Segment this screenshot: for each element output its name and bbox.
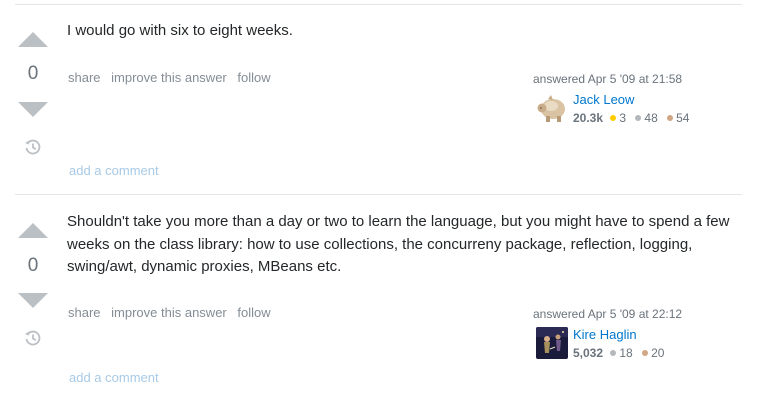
user-stats: 20.3k 3 48 54	[573, 111, 695, 125]
history-icon[interactable]	[24, 329, 42, 347]
bronze-badge-icon	[667, 114, 674, 121]
improve-answer-link[interactable]: improve this answer	[111, 70, 227, 85]
downvote-arrow-icon[interactable]	[18, 293, 48, 308]
vote-count: 0	[27, 255, 39, 276]
upvote-arrow-icon[interactable]	[18, 32, 48, 47]
top-divider	[15, 4, 742, 5]
user-name-link[interactable]: Jack Leow	[573, 92, 634, 107]
upvote-arrow-icon[interactable]	[18, 223, 48, 238]
add-comment-link[interactable]: add a comment	[69, 370, 159, 385]
bronze-badge-count: 20	[651, 346, 665, 360]
improve-answer-link[interactable]: improve this answer	[111, 305, 227, 320]
silver-badge-count: 18	[619, 346, 633, 360]
answered-time: answered Apr 5 '09 at 22:12	[533, 307, 683, 321]
reputation-score: 5,032	[573, 346, 604, 360]
piggy-bank-avatar-icon[interactable]	[536, 92, 568, 124]
history-icon[interactable]	[24, 138, 42, 156]
follow-link[interactable]: follow	[237, 70, 270, 85]
gold-badge-count: 3	[619, 111, 627, 125]
user-name-link[interactable]: Kire Haglin	[573, 327, 637, 342]
answer-body: I would go with six to eight weeks.	[67, 22, 293, 39]
answered-time: answered Apr 5 '09 at 21:58	[533, 72, 683, 86]
add-comment-link[interactable]: add a comment	[69, 163, 159, 178]
reputation-score: 20.3k	[573, 111, 604, 125]
answer-body: Shouldn't take you more than a day or tw…	[67, 213, 730, 275]
silver-badge-icon	[610, 349, 617, 356]
share-link[interactable]: share	[68, 305, 101, 320]
bronze-badge-count: 54	[676, 111, 690, 125]
vote-count: 0	[27, 63, 39, 84]
follow-link[interactable]: follow	[237, 305, 270, 320]
dark-photo-avatar-icon[interactable]	[536, 327, 568, 359]
post-menu: share improve this answer follow	[68, 305, 278, 320]
user-signature: answered Apr 5 '09 at 21:58 Jack Leow 20…	[533, 72, 733, 125]
downvote-arrow-icon[interactable]	[18, 102, 48, 117]
bronze-badge-icon	[642, 349, 649, 356]
user-signature: answered Apr 5 '09 at 22:12 Kire Haglin …	[533, 307, 733, 360]
user-stats: 5,032 18 20	[573, 346, 670, 360]
silver-badge-count: 48	[644, 111, 658, 125]
silver-badge-icon	[635, 114, 642, 121]
post-menu: share improve this answer follow	[68, 70, 278, 85]
gold-badge-icon	[610, 114, 617, 121]
answer-divider	[15, 194, 742, 195]
share-link[interactable]: share	[68, 70, 101, 85]
